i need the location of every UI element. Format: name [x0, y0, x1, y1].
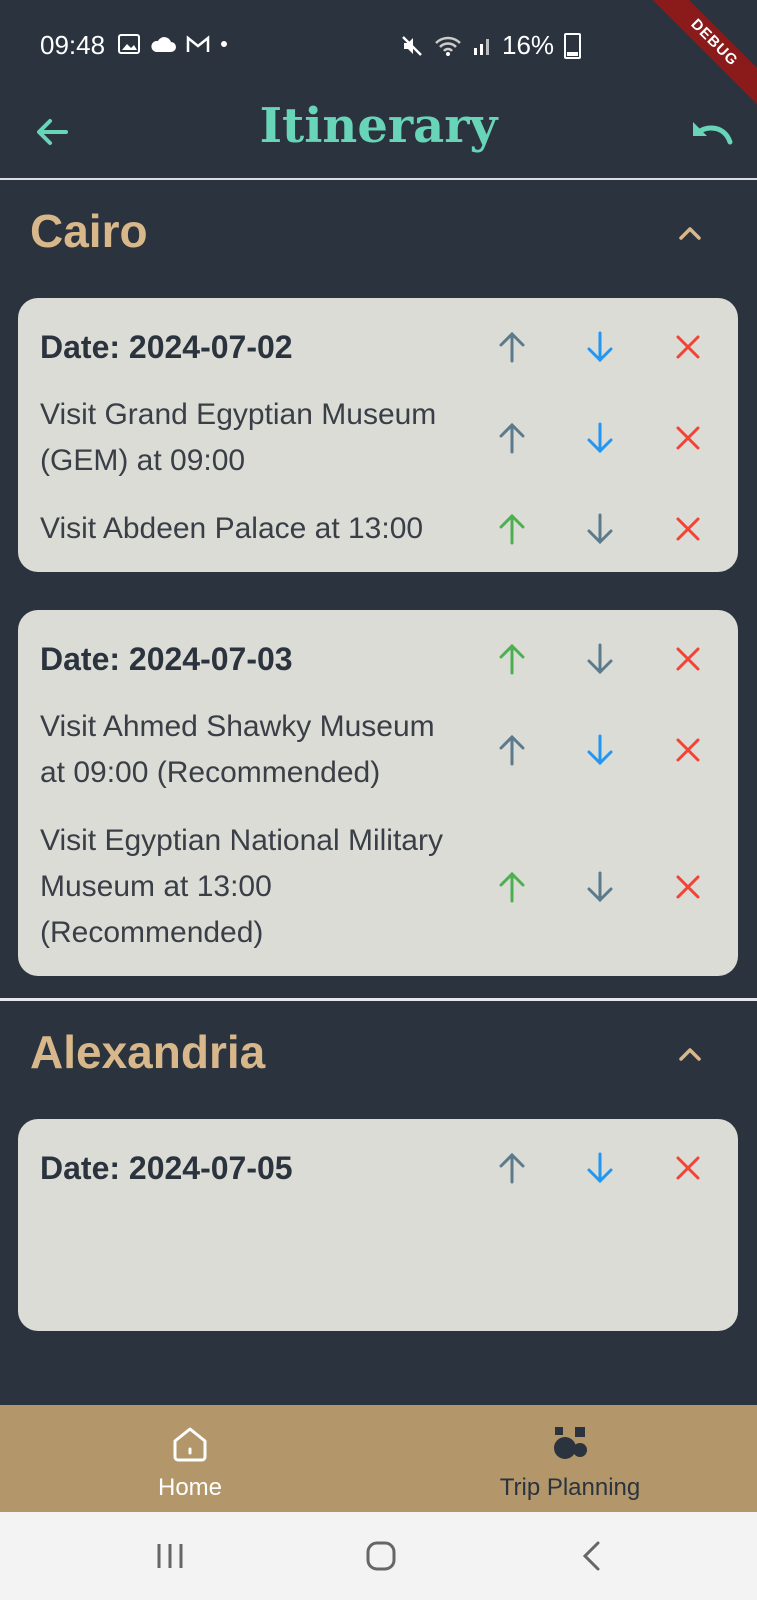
nav-trip-label: Trip Planning: [499, 1474, 641, 1501]
activity-text: Visit Grand Egyptian Museum (GEM) at 09:…: [40, 398, 437, 477]
home-circle-icon[interactable]: [365, 1540, 397, 1572]
home-icon: [173, 1427, 207, 1462]
chevron-up-icon[interactable]: [675, 1039, 705, 1069]
day-card: Date: 2024-07-02 Visit Grand Egyptian Mu…: [18, 298, 738, 572]
arrow-down-icon: [587, 513, 613, 545]
delete-button[interactable]: [668, 1148, 708, 1188]
gmail-icon: [186, 35, 210, 52]
date-row: Date: 2024-07-02: [40, 324, 738, 370]
battery-percent: 16%: [502, 30, 555, 60]
delete-button[interactable]: [668, 418, 708, 458]
arrow-down-icon: [587, 1152, 613, 1184]
gallery-icon: [118, 34, 140, 54]
itinerary-list[interactable]: Cairo Date: 2024-07-02 Visit Grand Egypt…: [0, 180, 757, 1405]
delete-button[interactable]: [668, 509, 708, 549]
move-up-button[interactable]: [492, 509, 532, 549]
move-up-button[interactable]: [492, 730, 532, 770]
battery-icon: [564, 32, 582, 59]
arrow-down-icon: [587, 331, 613, 363]
recent-apps-icon[interactable]: [155, 1542, 185, 1570]
arrow-up-icon: [499, 871, 525, 903]
close-icon: [676, 875, 700, 899]
city-name: Alexandria: [30, 1026, 266, 1078]
move-down-button[interactable]: [580, 1148, 620, 1188]
chevron-up-icon[interactable]: [675, 218, 705, 248]
trip-planning-icon: [554, 1427, 587, 1459]
activity-text: Visit Egyptian National Military Museum …: [40, 824, 443, 949]
back-chevron-icon[interactable]: [580, 1540, 604, 1572]
activity-row: Visit Abdeen Palace at 13:00: [40, 506, 738, 552]
move-up-button[interactable]: [492, 327, 532, 367]
arrow-down-icon: [587, 422, 613, 454]
city-header-cairo[interactable]: Cairo: [0, 180, 757, 284]
wifi-icon: [435, 36, 461, 56]
bottom-navigation: Home Trip Planning: [0, 1405, 757, 1512]
day-card: Date: 2024-07-03 Visit Ahmed Shawky Muse…: [18, 610, 738, 976]
delete-button[interactable]: [668, 327, 708, 367]
move-down-button[interactable]: [580, 418, 620, 458]
move-down-button[interactable]: [580, 639, 620, 679]
move-up-button[interactable]: [492, 1148, 532, 1188]
day-date: Date: 2024-07-02: [40, 329, 293, 365]
activity-row: Visit Egyptian National Military Museum …: [40, 818, 738, 956]
delete-button[interactable]: [668, 867, 708, 907]
close-icon: [676, 517, 700, 541]
close-icon: [676, 426, 700, 450]
city-header-alexandria[interactable]: Alexandria: [0, 1001, 757, 1105]
app-bar: Itinerary: [0, 90, 757, 180]
cloud-icon: [151, 37, 176, 52]
activity-row: Visit Ahmed Shawky Museum at 09:00 (Reco…: [40, 704, 738, 796]
move-up-button[interactable]: [492, 639, 532, 679]
nav-home[interactable]: Home: [140, 1423, 240, 1502]
undo-button[interactable]: [688, 110, 736, 154]
arrow-down-icon: [587, 734, 613, 766]
signal-icon: [474, 38, 489, 55]
arrow-up-icon: [499, 513, 525, 545]
nav-trip-planning[interactable]: Trip Planning: [470, 1423, 670, 1502]
arrow-up-icon: [499, 422, 525, 454]
day-card: Date: 2024-07-05: [18, 1119, 738, 1331]
delete-button[interactable]: [668, 730, 708, 770]
status-bar: 09:48 16% DEBUG: [0, 0, 757, 113]
arrow-up-icon: [499, 643, 525, 675]
date-row: Date: 2024-07-05: [40, 1145, 738, 1191]
city-name: Cairo: [30, 205, 148, 257]
close-icon: [676, 647, 700, 671]
delete-button[interactable]: [668, 639, 708, 679]
undo-icon: [693, 122, 733, 145]
arrow-up-icon: [499, 331, 525, 363]
move-down-button[interactable]: [580, 509, 620, 549]
day-date: Date: 2024-07-05: [40, 1150, 293, 1186]
page-title: Itinerary: [259, 98, 498, 154]
activity-row: Visit Grand Egyptian Museum (GEM) at 09:…: [40, 392, 738, 484]
dot-icon: [221, 41, 227, 47]
close-icon: [676, 1156, 700, 1180]
move-up-button[interactable]: [492, 867, 532, 907]
arrow-up-icon: [499, 734, 525, 766]
arrow-down-icon: [587, 871, 613, 903]
arrow-up-icon: [499, 1152, 525, 1184]
move-up-button[interactable]: [492, 418, 532, 458]
activity-text: Visit Ahmed Shawky Museum at 09:00 (Reco…: [40, 710, 435, 789]
mute-icon: [402, 35, 422, 56]
close-icon: [676, 738, 700, 762]
activity-text: Visit Abdeen Palace at 13:00: [40, 512, 424, 545]
move-down-button[interactable]: [580, 730, 620, 770]
close-icon: [676, 335, 700, 359]
move-down-button[interactable]: [580, 327, 620, 367]
system-navigation-bar: [0, 1512, 757, 1600]
arrow-down-icon: [587, 643, 613, 675]
move-down-button[interactable]: [580, 867, 620, 907]
nav-home-label: Home: [157, 1474, 223, 1501]
status-time: 09:48: [40, 30, 106, 60]
date-row: Date: 2024-07-03: [40, 636, 738, 682]
day-date: Date: 2024-07-03: [40, 641, 293, 677]
